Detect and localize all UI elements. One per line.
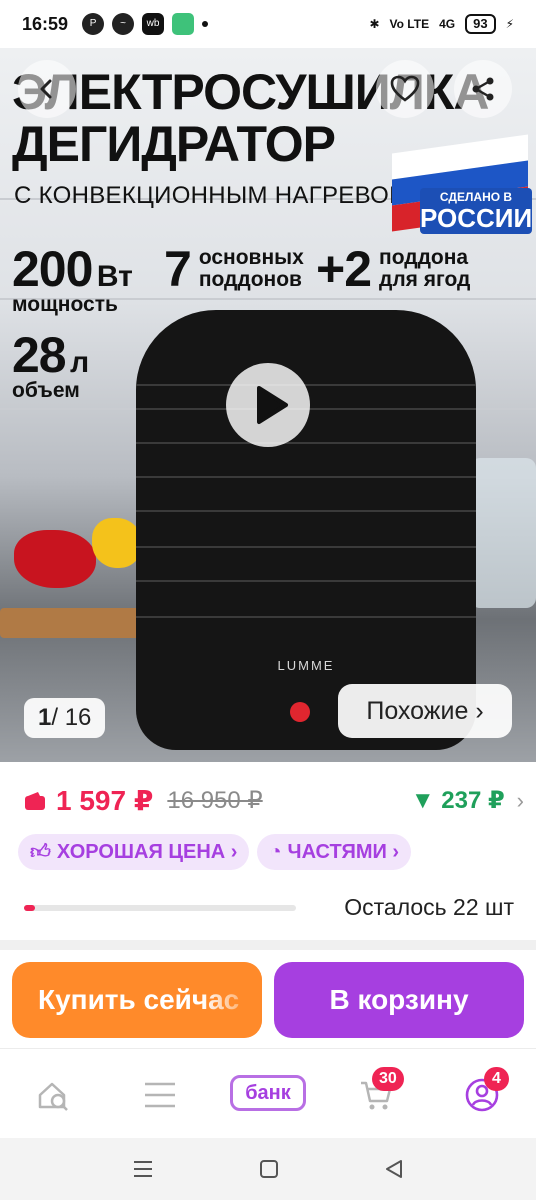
add-to-cart-button[interactable]: В корзину <box>274 962 524 1038</box>
tab-bank[interactable]: банк <box>230 1075 306 1111</box>
tab-catalog[interactable] <box>138 1073 182 1117</box>
flag-top-text: СДЕЛАНО В <box>439 190 513 204</box>
home-icon[interactable] <box>258 1158 280 1180</box>
system-navigation-bar <box>0 1138 536 1200</box>
yellow-pepper-image <box>92 518 142 568</box>
stock-progress-fill <box>24 904 35 911</box>
profile-badge: 4 <box>484 1067 509 1091</box>
cashback-amount: ▼ 237 ₽ <box>410 787 505 814</box>
red-pepper-image <box>14 530 96 588</box>
device-brand: LUMME <box>277 658 335 673</box>
play-icon <box>257 386 288 424</box>
device-power-button <box>290 702 310 722</box>
more-notifications-icon <box>202 21 209 27</box>
back-arrow-icon <box>40 79 52 99</box>
flag-bottom-text: РОССИИ <box>420 203 533 233</box>
thumbs-up-icon: 👍︎ <box>30 841 51 863</box>
good-price-chip[interactable]: 👍︎ ХОРОШАЯ ЦЕНА › <box>18 834 250 870</box>
product-gallery[interactable]: ЭЛЕКТРОСУШИЛКА ДЕГИДРАТОР С КОНВЕКЦИОННЫ… <box>0 48 536 762</box>
menu-icon <box>145 1082 175 1108</box>
back-icon[interactable] <box>383 1158 405 1180</box>
price-section: 1 597 ₽ 16 950 ₽ ▼ 237 ₽ › 👍︎ ХОРОШАЯ ЦЕ… <box>0 762 536 940</box>
heart-icon <box>390 75 420 102</box>
purchase-bar: Купить сейчас В корзину <box>0 950 536 1048</box>
play-video-button[interactable] <box>226 363 310 447</box>
app-notification-icon: ~ <box>112 13 135 35</box>
status-bar: 16:59 P ~ wb ✱ Vo LTE 4G 93 ⚡ <box>0 0 536 48</box>
share-button[interactable] <box>454 60 512 118</box>
similar-button[interactable]: Похожие › <box>338 684 512 738</box>
pie-icon: ◔ <box>269 841 282 863</box>
spec-extra-trays: +2 поддона для ягод <box>316 241 471 297</box>
current-price: 1 597 ₽ <box>56 785 154 816</box>
spec-trays: 7 основных поддонов <box>164 241 304 297</box>
price-row[interactable]: 1 597 ₽ 16 950 ₽ ▼ 237 ₽ › <box>24 784 524 817</box>
wb-icon: wb <box>142 13 165 35</box>
volte-icon: Vo LTE <box>389 17 430 31</box>
cart-badge: 30 <box>372 1067 404 1091</box>
charging-icon: ⚡ <box>505 17 514 31</box>
made-in-russia-badge: СДЕЛАНО В РОССИИ <box>392 134 533 241</box>
battery-level: 93 <box>465 14 496 34</box>
jar-image <box>470 458 536 608</box>
stock-row: Осталось 22 шт <box>24 894 514 921</box>
gallery-counter: 1/ 16 <box>24 698 106 738</box>
home-search-icon <box>38 1082 68 1111</box>
spec-power: 200 Вт мощность <box>12 241 133 316</box>
pinterest-icon: P <box>82 13 105 35</box>
installments-chip[interactable]: ◔ ЧАСТЯМИ › <box>257 834 412 870</box>
favorite-button[interactable] <box>376 60 434 118</box>
cutting-board-image <box>0 608 150 638</box>
bottom-tab-bar: банк 30 4 <box>0 1048 536 1138</box>
old-price: 16 950 ₽ <box>167 787 263 814</box>
spec-volume: 28 л объем <box>12 327 90 402</box>
wallet-icon <box>25 791 45 810</box>
hero-subtitle: С КОНВЕКЦИОННЫМ НАГРЕВОМ <box>14 182 410 209</box>
stock-text: Осталось 22 шт <box>344 894 514 920</box>
share-icon <box>472 77 494 101</box>
recent-apps-icon[interactable] <box>131 1158 155 1180</box>
chevron-right-icon: › <box>516 787 524 813</box>
buy-now-button[interactable]: Купить сейчас <box>12 962 262 1038</box>
network-label: 4G <box>439 17 456 31</box>
status-time: 16:59 <box>22 13 69 34</box>
back-button[interactable] <box>18 60 76 118</box>
battery-saver-icon <box>172 13 195 35</box>
tab-home[interactable] <box>32 1073 76 1117</box>
bluetooth-icon: ✱ <box>369 17 380 31</box>
stock-progress <box>24 904 296 911</box>
